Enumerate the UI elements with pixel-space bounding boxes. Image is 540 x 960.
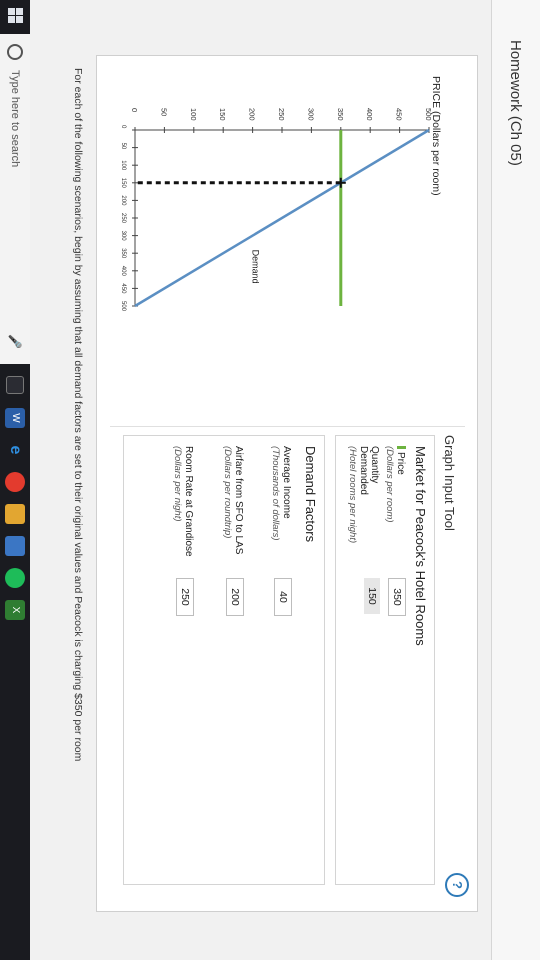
y-tick-label: 300 [306,108,315,121]
x-tick-label: 150 [120,178,126,189]
airfare-input[interactable]: 200 [226,578,244,616]
demand-curve [134,128,430,308]
x-tick-label: 350 [120,248,126,259]
store-icon[interactable] [5,536,25,556]
word-icon[interactable]: W [5,408,25,428]
graph-area: PRICE (Dollars per room) 0 50 100 150 200 250 3… [109,68,457,428]
homework-header: Homework (Ch 05) [491,0,540,960]
market-box: Market for Peacock's Hotel Rooms Price (… [335,435,435,885]
y-tick-label: 450 [395,108,404,121]
spotify-icon[interactable] [5,568,25,588]
y-tick-label: 200 [248,108,257,121]
taskbar: Type here to search 🎤 W e X [0,0,30,960]
price-row: Price (Dollars per room) 350 [384,446,406,876]
x-axis-label: QUANTITY (Hotel rooms) [117,160,118,251]
windows-start-icon[interactable] [7,8,23,24]
task-view-icon[interactable] [6,376,24,394]
price-input[interactable]: 350 [388,578,406,616]
y-tick-label: 400 [365,108,374,121]
demand-curve-label: Demand [251,250,261,284]
graph-panel: ? PRICE (Dollars per room) 0 50 100 150 200 25… [96,55,478,912]
market-title: Market for Peacock's Hotel Rooms [413,446,428,646]
price-label: Price (Dollars per room) [384,446,406,523]
chrome-icon[interactable] [5,472,25,492]
quantity-row: Quantity Demanded (Hotel rooms per night… [347,446,380,876]
y-tick-label: 100 [189,108,198,121]
grandiose-label: Room Rate at Grandiose (Dollars per nigh… [172,446,194,557]
y-tick-label: 150 [218,108,227,121]
y-axis-label: PRICE (Dollars per room) [430,76,442,196]
quantity-value: 150 [364,578,380,614]
search-icon [7,44,23,60]
page-title: Homework (Ch 05) [507,40,524,166]
tool-title: Graph Input Tool [442,435,457,531]
y-tick-label: 0 [130,108,139,112]
x-tick-label: 500 [120,301,126,312]
x-tick-label: 200 [120,195,126,206]
income-label: Average Income (Thousands of dollars) [270,446,292,541]
taskbar-search[interactable]: Type here to search 🎤 [0,34,30,364]
search-input[interactable]: Type here to search [9,70,21,167]
x-tick-label: 100 [120,160,126,171]
demand-factors-title: Demand Factors [303,446,318,543]
demand-factors-box: Demand Factors Average Income (Thousands… [123,435,325,885]
excel-icon[interactable]: X [5,600,25,620]
quantity-label: Quantity Demanded (Hotel rooms per night… [347,446,380,544]
grandiose-row: Room Rate at Grandiose (Dollars per nigh… [172,446,194,876]
x-tick-label: 300 [120,231,126,242]
microphone-icon[interactable]: 🎤 [8,334,22,349]
y-tick-label: 250 [277,108,286,121]
y-tick-label: 500 [424,108,433,121]
instructions: For each of the following scenarios, beg… [72,68,84,762]
income-row: Average Income (Thousands of dollars) 40 [270,446,292,876]
x-tick-label: 0 [120,125,126,129]
graph-input-tool: Graph Input Tool Market for Peacock's Ho… [110,426,465,897]
edge-icon[interactable]: e [5,440,25,460]
x-tick-label: 450 [120,283,126,294]
file-explorer-icon[interactable] [5,504,25,524]
airfare-row: Airfare from SFO to LAS (Dollars per rou… [222,446,244,876]
income-input[interactable]: 40 [274,578,292,616]
y-tick-label: 350 [336,108,345,121]
airfare-label: Airfare from SFO to LAS (Dollars per rou… [222,446,244,555]
screen: Homework (Ch 05) ? PRICE (Dollars per ro… [0,0,540,960]
grandiose-input[interactable]: 250 [176,578,194,616]
x-tick-label: 400 [120,266,126,277]
demand-chart[interactable]: PRICE (Dollars per room) 0 50 100 150 200 250 3… [109,68,457,428]
x-tick-label: 250 [120,213,126,224]
x-tick-label: 50 [120,143,126,150]
price-swatch-icon [397,446,406,449]
y-tick-label: 50 [159,108,168,116]
